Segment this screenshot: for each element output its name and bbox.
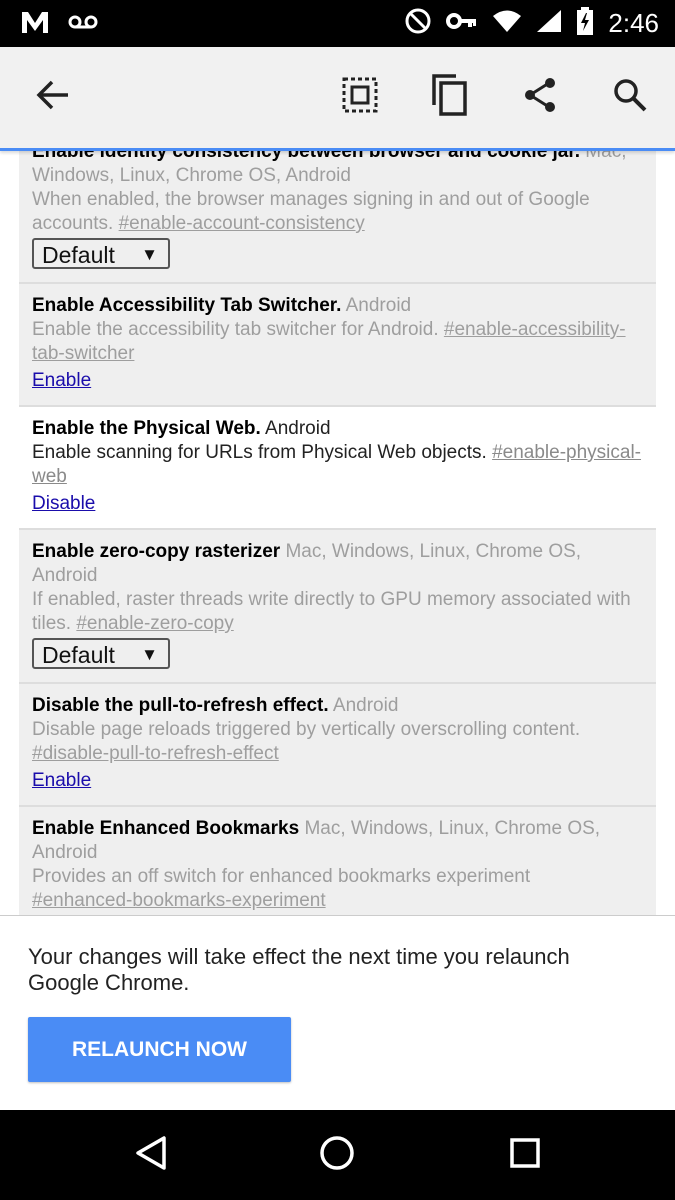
battery-charging-icon xyxy=(576,7,594,40)
experiment-title: Enable Enhanced Bookmarks xyxy=(32,818,300,839)
back-button[interactable] xyxy=(29,73,77,121)
toolbar xyxy=(0,47,675,151)
share-icon xyxy=(522,77,558,118)
experiment-enable-link[interactable]: Enable xyxy=(32,369,91,393)
navigation-bar xyxy=(0,1110,675,1200)
experiments-list: Enable identity consistency between brow… xyxy=(19,150,656,915)
copy-icon xyxy=(430,73,468,122)
gmail-icon xyxy=(20,9,50,40)
experiment-select[interactable]: Default ▼ xyxy=(32,238,170,269)
select-all-icon xyxy=(342,77,378,118)
experiment-hash-link[interactable]: #disable-pull-to-refresh-effect xyxy=(32,743,279,764)
experiment-platforms: Android xyxy=(265,418,331,439)
dropdown-arrow-icon: ▼ xyxy=(141,245,158,264)
status-bar: 2:46 xyxy=(0,0,675,47)
relaunch-banner: Your changes will take effect the next t… xyxy=(0,915,675,1111)
experiment-enhanced-bookmarks: Enable Enhanced Bookmarks Mac, Windows, … xyxy=(19,807,656,915)
dropdown-arrow-icon: ▼ xyxy=(141,645,158,664)
nav-recents-button[interactable] xyxy=(500,1130,550,1180)
experiment-hash-link[interactable]: #enable-account-consistency xyxy=(119,213,365,234)
experiment-description: Enable scanning for URLs from Physical W… xyxy=(32,442,487,463)
experiment-zero-copy-rasterizer: Enable zero-copy rasterizer Mac, Windows… xyxy=(19,530,656,684)
search-icon xyxy=(612,77,648,118)
select-value: Default xyxy=(42,642,115,668)
experiment-physical-web: Enable the Physical Web. Android Enable … xyxy=(19,407,656,530)
experiment-account-consistency: Enable identity consistency between brow… xyxy=(19,150,656,284)
experiment-accessibility-tab-switcher: Enable Accessibility Tab Switcher. Andro… xyxy=(19,284,656,407)
experiment-platforms: Android xyxy=(332,695,399,716)
experiment-disable-link[interactable]: Disable xyxy=(32,492,95,516)
experiment-enable-link[interactable]: Enable xyxy=(32,769,91,793)
experiment-pull-to-refresh: Disable the pull-to-refresh effect. Andr… xyxy=(19,684,656,807)
nav-home-button[interactable] xyxy=(312,1130,362,1180)
search-button[interactable] xyxy=(606,73,654,121)
experiment-title: Enable the Physical Web. xyxy=(32,418,261,439)
flags-content[interactable]: Enable identity consistency between brow… xyxy=(0,150,675,915)
do-not-disturb-icon xyxy=(404,7,432,40)
relaunch-now-button[interactable]: RELAUNCH NOW xyxy=(28,1017,291,1082)
experiment-title: Enable zero-copy rasterizer xyxy=(32,541,281,562)
vpn-key-icon xyxy=(446,11,478,36)
experiment-hash-link[interactable]: #enable-zero-copy xyxy=(76,613,233,634)
status-clock: 2:46 xyxy=(608,8,659,38)
experiment-hash-link[interactable]: #enhanced-bookmarks-experiment xyxy=(32,890,326,911)
recents-square-icon xyxy=(509,1137,541,1174)
back-arrow-icon xyxy=(36,80,70,115)
voicemail-icon xyxy=(68,14,98,35)
experiment-description: Disable page reloads triggered by vertic… xyxy=(32,719,581,740)
copy-button[interactable] xyxy=(425,73,473,121)
experiment-description: Provides an off switch for enhanced book… xyxy=(32,866,531,887)
experiment-title: Enable identity consistency between brow… xyxy=(32,150,581,162)
relaunch-message: Your changes will take effect the next t… xyxy=(28,944,570,995)
select-value: Default xyxy=(42,242,115,268)
select-all-button[interactable] xyxy=(336,73,384,121)
experiment-description: Enable the accessibility tab switcher fo… xyxy=(32,319,439,340)
experiment-select[interactable]: Default ▼ xyxy=(32,638,170,669)
wifi-icon xyxy=(492,9,522,38)
experiment-platforms: Android xyxy=(345,295,412,316)
share-button[interactable] xyxy=(516,73,564,121)
back-triangle-icon xyxy=(134,1135,168,1176)
experiment-title: Enable Accessibility Tab Switcher. xyxy=(32,295,342,316)
home-circle-icon xyxy=(319,1135,355,1176)
cell-signal-icon xyxy=(536,9,562,38)
nav-back-button[interactable] xyxy=(126,1130,176,1180)
experiment-title: Disable the pull-to-refresh effect. xyxy=(32,695,329,716)
